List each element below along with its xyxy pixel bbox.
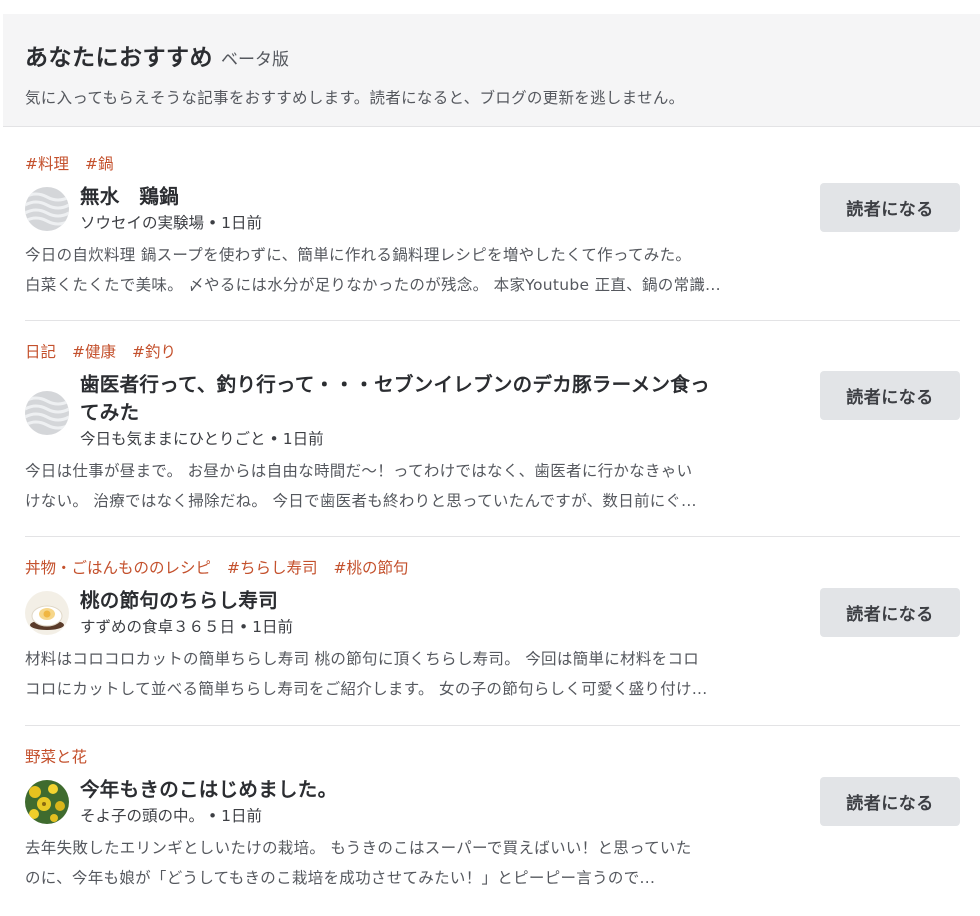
tag-link[interactable]: #健康 <box>72 343 116 361</box>
section-title: あなたにおすすめ <box>25 45 213 71</box>
entry-item: 丼物・ごはんもののレシピ #ちらし寿司 #桃の節句 桃の節句のちらし寿司 すずめの <box>25 537 960 726</box>
tag-link[interactable]: #ちらし寿司 <box>227 559 318 577</box>
entry-excerpt: 去年失敗したエリンギとしいたけの栽培。 もうきのこはスーパーで買えばいい！と思っ… <box>25 833 797 893</box>
entry-title-line: 歯医者行って、釣り行って・・・セブンイレブンのデカ豚ラーメン食っ <box>80 373 710 396</box>
entry-byline: そよ子の頭の中。 • 1日前 <box>80 805 796 827</box>
subscribe-button[interactable]: 読者になる <box>820 183 960 232</box>
subscribe-button[interactable]: 読者になる <box>820 588 960 637</box>
entry-excerpt: 今日の自炊料理 鍋スープを使わずに、簡単に作れる鍋料理レシピを増やしたくて作って… <box>25 240 797 300</box>
excerpt-line: 材料はコロコロカットの簡単ちらし寿司 桃の節句に頂くちらし寿司。 今回は簡単に材… <box>25 650 700 668</box>
excerpt-line: けない。 治療ではなく掃除だね。 今日で歯医者も終わりと思っていたんですが、数日… <box>25 492 697 510</box>
blog-avatar-egg-bowl-icon[interactable] <box>25 591 69 635</box>
beta-label: ベータ版 <box>221 50 289 70</box>
separator-dot: • <box>269 430 279 448</box>
excerpt-line: 今日の自炊料理 鍋スープを使わずに、簡単に作れる鍋料理レシピを増やしたくて作って… <box>25 246 692 264</box>
entry-byline: すずめの食卓３６５日 • 1日前 <box>80 616 796 638</box>
separator-dot: • <box>208 807 218 825</box>
entry-title-link[interactable]: 無水 鶏鍋 <box>80 183 796 211</box>
entry-tags: 日記 #健康 #釣り <box>25 341 960 363</box>
entry-list: #料理 #鍋 無水 鶏鍋 ソウセイの実験場 • 1日前 今日の自炊料理 鍋スープ… <box>3 127 980 916</box>
section-description: 気に入ってもらえそうな記事をおすすめします。読者になると、ブログの更新を逃しませ… <box>25 89 685 107</box>
tag-link[interactable]: #釣り <box>132 343 176 361</box>
entry-byline: ソウセイの実験場 • 1日前 <box>80 212 796 234</box>
subscribe-button[interactable]: 読者になる <box>820 371 960 420</box>
entry-excerpt: 今日は仕事が昼まで。 お昼からは自由な時間だ～！ってわけではなく、歯医者に行かな… <box>25 456 797 516</box>
excerpt-line: 白菜くたくたで美味。 〆やるには水分が足りなかったのが残念。 本家Youtube… <box>25 276 721 294</box>
entry-tags: 丼物・ごはんもののレシピ #ちらし寿司 #桃の節句 <box>25 557 960 579</box>
subscribe-button[interactable]: 読者になる <box>820 777 960 826</box>
blog-name-link[interactable]: 今日も気ままにひとりごと <box>80 430 266 448</box>
tag-link[interactable]: 日記 <box>25 343 56 361</box>
separator-dot: • <box>239 618 249 636</box>
recommendation-panel: あなたにおすすめ ベータ版 気に入ってもらえそうな記事をおすすめします。読者にな… <box>3 14 980 914</box>
entry-item: 日記 #健康 #釣り 歯医者行って、釣り行って・・・セブンイレブンのデカ豚ラーメン食… <box>25 321 960 537</box>
separator-dot: • <box>208 214 218 232</box>
entry-time: 1日前 <box>221 214 263 232</box>
tag-link[interactable]: 丼物・ごはんもののレシピ <box>25 559 211 577</box>
entry-title-link[interactable]: 歯医者行って、釣り行って・・・セブンイレブンのデカ豚ラーメン食っ てみた <box>80 371 796 427</box>
tag-link[interactable]: #鍋 <box>85 155 114 173</box>
blog-avatar-yellow-flowers-icon[interactable] <box>25 780 69 824</box>
excerpt-line: 去年失敗したエリンギとしいたけの栽培。 もうきのこはスーパーで買えばいい！と思っ… <box>25 839 692 857</box>
blog-name-link[interactable]: すずめの食卓３６５日 <box>80 618 235 636</box>
tag-link[interactable]: 野菜と花 <box>25 748 87 766</box>
blog-avatar-default-icon[interactable] <box>25 390 69 435</box>
entry-time: 1日前 <box>252 618 294 636</box>
entry-item: #料理 #鍋 無水 鶏鍋 ソウセイの実験場 • 1日前 今日の自炊料理 鍋スープ… <box>25 127 960 321</box>
entry-time: 1日前 <box>282 430 324 448</box>
entry-tags: #料理 #鍋 <box>25 153 960 175</box>
tag-link[interactable]: #桃の節句 <box>334 559 409 577</box>
recommendation-header: あなたにおすすめ ベータ版 気に入ってもらえそうな記事をおすすめします。読者にな… <box>3 14 980 127</box>
tag-link[interactable]: #料理 <box>25 155 69 173</box>
entry-tags: 野菜と花 <box>25 746 960 768</box>
entry-excerpt: 材料はコロコロカットの簡単ちらし寿司 桃の節句に頂くちらし寿司。 今回は簡単に材… <box>25 644 797 704</box>
entry-time: 1日前 <box>221 807 263 825</box>
blog-name-link[interactable]: ソウセイの実験場 <box>80 214 204 232</box>
entry-title-line: てみた <box>80 401 140 424</box>
blog-name-link[interactable]: そよ子の頭の中。 <box>80 807 204 825</box>
entry-title-link[interactable]: 今年もきのこはじめました。 <box>80 776 796 804</box>
entry-item: 野菜と花 今年もきのこはじめました。 そよ子の頭の中。 • 1日前 去年失敗した… <box>25 726 960 916</box>
excerpt-line: 今日は仕事が昼まで。 お昼からは自由な時間だ～！ってわけではなく、歯医者に行かな… <box>25 462 693 480</box>
excerpt-line: のに、今年も娘が「どうしてもきのこ栽培を成功させてみたい！」とピーピー言うので.… <box>25 869 656 887</box>
excerpt-line: コロにカットして並べる簡単ちらし寿司をご紹介します。 女の子の節句らしく可愛く盛… <box>25 680 708 698</box>
blog-avatar-default-icon[interactable] <box>25 187 69 231</box>
entry-title-link[interactable]: 桃の節句のちらし寿司 <box>80 587 796 615</box>
entry-byline: 今日も気ままにひとりごと • 1日前 <box>80 428 796 450</box>
